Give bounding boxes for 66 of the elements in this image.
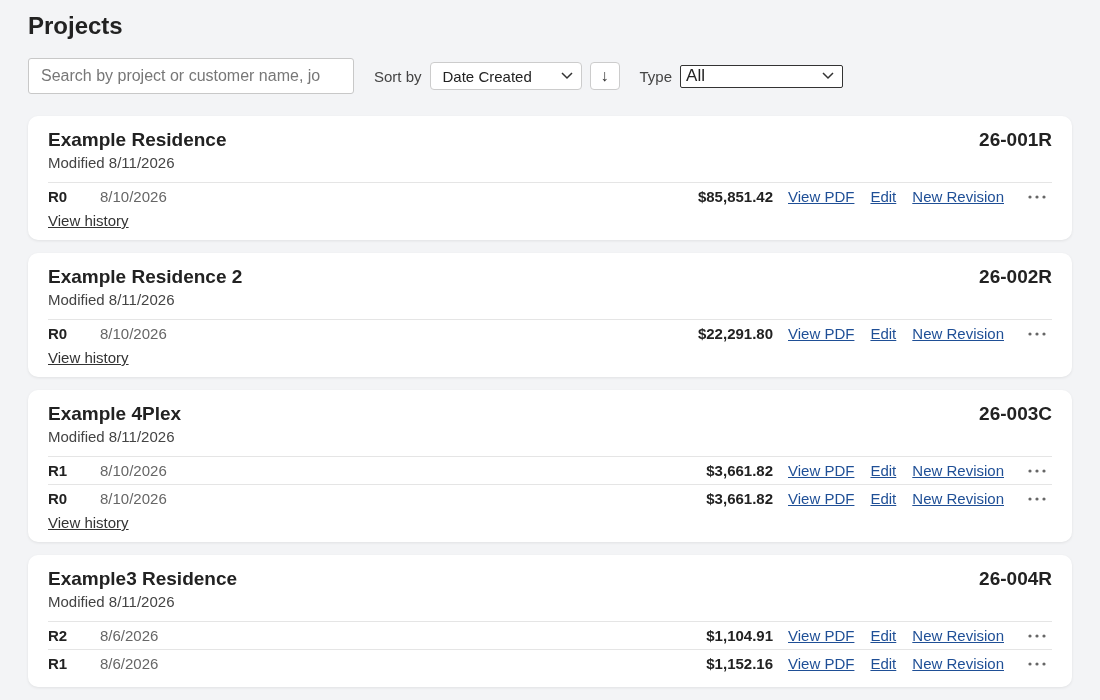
revision-amount: $3,661.82 xyxy=(706,462,773,479)
revision-date: 8/10/2026 xyxy=(100,188,168,205)
project-number: 26-001R xyxy=(979,128,1052,152)
action-link[interactable]: Edit xyxy=(870,325,897,342)
revision-amount: $3,661.82 xyxy=(706,490,773,507)
project-name: Example Residence xyxy=(48,128,227,152)
modified-date: Modified 8/11/2026 xyxy=(48,427,176,447)
sort-select[interactable]: Date Created xyxy=(429,62,582,90)
revision-amount: $1,152.16 xyxy=(706,655,773,672)
revision-amount: $1,104.91 xyxy=(706,627,773,644)
revision-label: R0 xyxy=(48,325,69,342)
more-icon xyxy=(1028,194,1046,199)
type-label: Type xyxy=(639,67,673,85)
action-link[interactable]: View PDF xyxy=(788,490,855,507)
action-link[interactable]: Edit xyxy=(870,655,897,672)
action-link[interactable]: View PDF xyxy=(788,655,855,672)
search-field[interactable]: Search by project or customer name, jo xyxy=(28,58,354,94)
modified-date: Modified 8/11/2026 xyxy=(48,290,176,310)
action-link[interactable]: View PDF xyxy=(788,188,855,205)
view-history-link[interactable]: View history xyxy=(48,212,129,229)
more-icon xyxy=(1028,661,1046,666)
project-name: Example 4Plex xyxy=(48,402,182,426)
project-number: 26-004R xyxy=(979,567,1052,591)
revision-date: 8/10/2026 xyxy=(100,462,168,479)
revision-amount: $85,851.42 xyxy=(697,188,773,205)
revision-label: R0 xyxy=(48,490,69,507)
modified-date: Modified 8/11/2026 xyxy=(48,592,176,612)
project-number: 26-002R xyxy=(979,265,1052,289)
revision-label: R0 xyxy=(48,188,69,205)
revision-amount: $22,291.80 xyxy=(697,325,773,342)
view-history-link[interactable]: View history xyxy=(48,514,129,531)
more-icon xyxy=(1028,496,1046,501)
revision-label: R1 xyxy=(48,655,69,672)
view-history-link[interactable]: View history xyxy=(48,349,129,366)
sort-direction-button[interactable]: ↓ xyxy=(589,62,620,90)
more-icon xyxy=(1028,633,1046,638)
action-link[interactable]: New Revision xyxy=(912,627,1004,644)
action-link[interactable]: New Revision xyxy=(912,188,1004,205)
project-number: 26-003C xyxy=(979,402,1052,426)
action-link[interactable]: View PDF xyxy=(788,627,855,644)
sort-label: Sort by xyxy=(374,67,422,85)
more-icon xyxy=(1028,331,1046,336)
revision-date: 8/6/2026 xyxy=(100,655,160,672)
revision-date: 8/10/2026 xyxy=(100,490,168,507)
action-link[interactable]: Edit xyxy=(870,462,897,479)
action-link[interactable]: Edit xyxy=(870,188,897,205)
project-name: Example Residence 2 xyxy=(48,265,243,289)
action-link[interactable]: View PDF xyxy=(788,462,855,479)
revision-label: R2 xyxy=(48,627,69,644)
revision-label: R1 xyxy=(48,462,69,479)
revision-date: 8/10/2026 xyxy=(100,325,168,342)
action-link[interactable]: View PDF xyxy=(788,325,855,342)
modified-date: Modified 8/11/2026 xyxy=(48,153,176,173)
project-name: Example3 Residence xyxy=(48,567,238,591)
more-icon xyxy=(1028,468,1046,473)
chevron-down-icon xyxy=(560,72,573,80)
page-title: Projects xyxy=(28,11,124,41)
action-link[interactable]: Edit xyxy=(870,627,897,644)
action-link[interactable]: New Revision xyxy=(912,462,1004,479)
action-link[interactable]: Edit xyxy=(870,490,897,507)
action-link[interactable]: New Revision xyxy=(912,325,1004,342)
action-link[interactable]: New Revision xyxy=(912,655,1004,672)
action-link[interactable]: New Revision xyxy=(912,490,1004,507)
chevron-down-icon xyxy=(822,72,835,80)
type-select[interactable]: All xyxy=(680,64,844,88)
revision-date: 8/6/2026 xyxy=(100,627,160,644)
